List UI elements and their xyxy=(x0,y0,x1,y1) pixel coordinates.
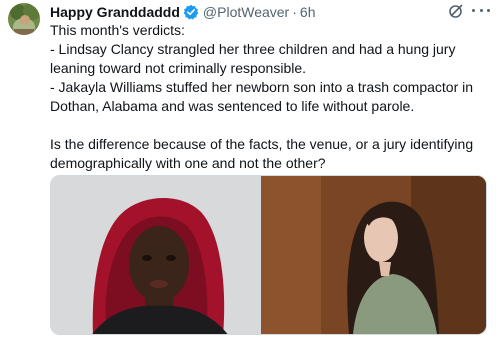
tweet-media[interactable] xyxy=(50,175,487,335)
author-avatar[interactable] xyxy=(8,3,40,35)
more-dot xyxy=(479,8,483,12)
tweet-line: - Lindsay Clancy strangled her three chi… xyxy=(50,41,456,76)
more-options-icon[interactable] xyxy=(472,2,490,18)
header-separator: · xyxy=(292,4,297,20)
more-dot xyxy=(472,8,475,12)
verified-badge-icon[interactable] xyxy=(183,4,199,20)
courtroom-photo[interactable] xyxy=(261,176,486,334)
tweet: Happy Granddaddd @PlotWeaver · 6h This m… xyxy=(0,0,500,338)
tweet-line: - Jakayla Williams stuffed her newborn s… xyxy=(50,79,474,114)
mugshot-photo[interactable] xyxy=(51,176,261,334)
grok-icon[interactable] xyxy=(448,3,464,19)
author-name[interactable]: Happy Granddaddd xyxy=(50,4,180,20)
tweet-header: Happy Granddaddd @PlotWeaver · 6h xyxy=(50,2,315,22)
author-handle[interactable]: @PlotWeaver xyxy=(203,4,289,20)
tweet-text: This month's verdicts: - Lindsay Clancy … xyxy=(50,21,490,173)
post-time[interactable]: 6h xyxy=(300,4,316,20)
tweet-line: This month's verdicts: xyxy=(50,22,185,38)
more-dot xyxy=(487,8,490,12)
tweet-question: Is the difference because of the facts, … xyxy=(50,136,474,171)
